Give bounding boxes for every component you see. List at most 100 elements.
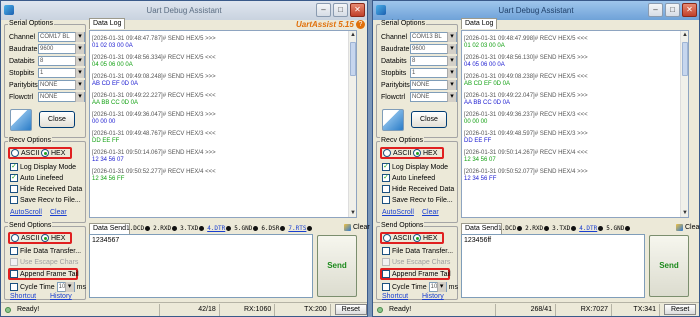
log-scrollbar[interactable]: ▲ ▼ (348, 31, 356, 217)
log-entry-data: DD EE FF (92, 138, 120, 144)
paritybits-select[interactable]: NONE (410, 80, 457, 90)
auto-linefeed-checkbox[interactable]: ✓ Auto Linefeed (10, 174, 63, 182)
help-icon[interactable]: ? (356, 20, 365, 29)
save-recv-checkbox[interactable]: Save Recv to File... (382, 196, 453, 204)
log-display-checkbox[interactable]: ✓ Log Display Mode (10, 163, 76, 171)
pin-label: 5.GND (606, 225, 625, 232)
send-ascii-radio[interactable]: ASCII (11, 234, 39, 242)
send-button[interactable]: Send (649, 235, 689, 297)
brush-icon (344, 224, 351, 231)
close-port-button[interactable]: Close (411, 111, 447, 128)
log-scrollbar[interactable]: ▲ ▼ (680, 31, 688, 217)
cycle-time-checkbox[interactable]: Cycle Time 1000 ms (10, 282, 86, 292)
send-input[interactable]: 123456ff (461, 234, 645, 298)
send-hex-radio[interactable]: HEX (41, 234, 65, 242)
databits-select[interactable]: 8 (38, 56, 85, 66)
escape-chars-checkbox[interactable]: Use Escape Chars (10, 258, 78, 266)
status-led-icon (377, 306, 383, 313)
close-window-button[interactable]: ✕ (682, 3, 697, 17)
stopbits-select[interactable]: 1 (410, 68, 457, 78)
auto-linefeed-checkbox[interactable]: ✓ Auto Linefeed (382, 174, 435, 182)
minimize-button[interactable]: – (316, 3, 331, 17)
recv-ascii-radio[interactable]: ASCII (383, 149, 411, 157)
history-link[interactable]: History (50, 293, 72, 300)
escape-chars-checkbox[interactable]: Use Escape Chars (382, 258, 450, 266)
recv-hex-radio[interactable]: HEX (413, 149, 437, 157)
send-options-title: Send Options (380, 222, 425, 229)
cycle-time-input[interactable]: 1000 (56, 282, 75, 292)
tab-data-send[interactable]: Data Send (89, 223, 131, 234)
flowctrl-select[interactable]: NONE (38, 92, 85, 102)
autoscroll-link[interactable]: AutoScroll (10, 209, 42, 216)
status-tx: TX:200 (275, 303, 331, 316)
tab-data-send[interactable]: Data Send (461, 223, 503, 234)
baudrate-select[interactable]: 9600 (410, 44, 457, 54)
append-tail-checkbox[interactable]: Append Frame Tail (382, 270, 451, 278)
pin-indicator[interactable]: 4.DTR (207, 225, 232, 232)
pin-label: 5.GND (234, 225, 253, 232)
recv-hex-radio[interactable]: HEX (41, 149, 65, 157)
flowctrl-select[interactable]: NONE (410, 92, 457, 102)
tab-data-log[interactable]: Data Log (89, 18, 126, 29)
send-clear-button[interactable]: Clear (344, 224, 370, 231)
stopbits-select[interactable]: 1 (38, 68, 85, 78)
baudrate-select[interactable]: 9600 (38, 44, 85, 54)
tab-data-log[interactable]: Data Log (461, 18, 498, 29)
log-display-label: Log Display Mode (392, 163, 449, 171)
channel-label: Channel (9, 33, 36, 41)
save-recv-checkbox[interactable]: Save Recv to File... (10, 196, 81, 204)
log-entry-header: [2026-01-31 09:50:52.277]# RECV HEX/4 <<… (92, 169, 216, 175)
data-log-panel[interactable]: [2026-01-31 09:48:47.998]# RECV HEX/5 <<… (461, 30, 689, 218)
autoscroll-link[interactable]: AutoScroll (382, 209, 414, 216)
recv-clear-link[interactable]: Clear (422, 209, 439, 216)
serial-options-title: Serial Options (8, 20, 54, 27)
pin-indicator[interactable]: 4.DTR (579, 225, 604, 232)
log-entry-header: [2026-01-31 09:50:52.077]# SEND HEX/4 >>… (464, 169, 588, 175)
send-options-title: Send Options (8, 222, 53, 229)
close-port-button[interactable]: Close (39, 111, 75, 128)
pin-indicator: 5.GND (234, 225, 259, 232)
paritybits-row: Paritybits NONE (381, 80, 457, 90)
shortcut-link[interactable]: Shortcut (382, 293, 408, 300)
pin-status-bar: 1.DCD 2.RXD 3.TXD 4.DTR 5.GND 6.DSR 7.RTS (126, 225, 313, 232)
file-transfer-label: File Data Transfer... (20, 247, 82, 255)
flowctrl-label: Flowctrl (381, 93, 406, 101)
reset-button[interactable]: Reset (664, 304, 697, 315)
maximize-button[interactable]: □ (665, 3, 680, 17)
send-button[interactable]: Send (317, 235, 357, 297)
send-hex-radio[interactable]: HEX (413, 234, 437, 242)
brand-label: UartAssist 5.15 (296, 20, 354, 29)
minimize-button[interactable]: – (648, 3, 663, 17)
log-entry: [2026-01-31 09:49:36.047]# SEND HEX/3 >>… (92, 112, 356, 126)
cycle-time-checkbox[interactable]: Cycle Time 1000 ms (382, 282, 458, 292)
recv-ascii-radio[interactable]: ASCII (11, 149, 39, 157)
save-recv-label: Save Recv to File... (392, 196, 453, 204)
databits-select[interactable]: 8 (410, 56, 457, 66)
cycle-unit-label: ms (76, 283, 86, 291)
cycle-time-input[interactable]: 1000 (428, 282, 447, 292)
file-transfer-label: File Data Transfer... (392, 247, 454, 255)
send-input[interactable]: 1234567 (89, 234, 313, 298)
hide-received-checkbox[interactable]: Hide Received Data (382, 185, 454, 193)
maximize-button[interactable]: □ (333, 3, 348, 17)
recv-clear-link[interactable]: Clear (50, 209, 67, 216)
channel-select[interactable]: COM13 BL (410, 32, 457, 42)
close-window-button[interactable]: ✕ (350, 3, 365, 17)
shortcut-link[interactable]: Shortcut (10, 293, 36, 300)
file-transfer-checkbox[interactable]: File Data Transfer... (10, 247, 81, 255)
pin-indicator: 3.TXD (552, 225, 577, 232)
log-entry: [2026-01-31 09:49:48.767]# RECV HEX/3 <<… (92, 131, 356, 145)
data-log-panel[interactable]: [2026-01-31 09:48:47.787]# SEND HEX/5 >>… (89, 30, 357, 218)
channel-select[interactable]: COM17 BL (38, 32, 85, 42)
pin-indicator[interactable]: 7.RTS (288, 225, 313, 232)
log-display-checkbox[interactable]: ✓ Log Display Mode (382, 163, 448, 171)
paritybits-row: Paritybits NONE (9, 80, 85, 90)
hide-received-checkbox[interactable]: Hide Received Data (10, 185, 82, 193)
paritybits-select[interactable]: NONE (38, 80, 85, 90)
append-tail-checkbox[interactable]: Append Frame Tail (10, 270, 79, 278)
history-link[interactable]: History (422, 293, 444, 300)
send-clear-button[interactable]: Clear (676, 224, 700, 231)
send-ascii-radio[interactable]: ASCII (383, 234, 411, 242)
file-transfer-checkbox[interactable]: File Data Transfer... (382, 247, 453, 255)
reset-button[interactable]: Reset (334, 304, 367, 315)
